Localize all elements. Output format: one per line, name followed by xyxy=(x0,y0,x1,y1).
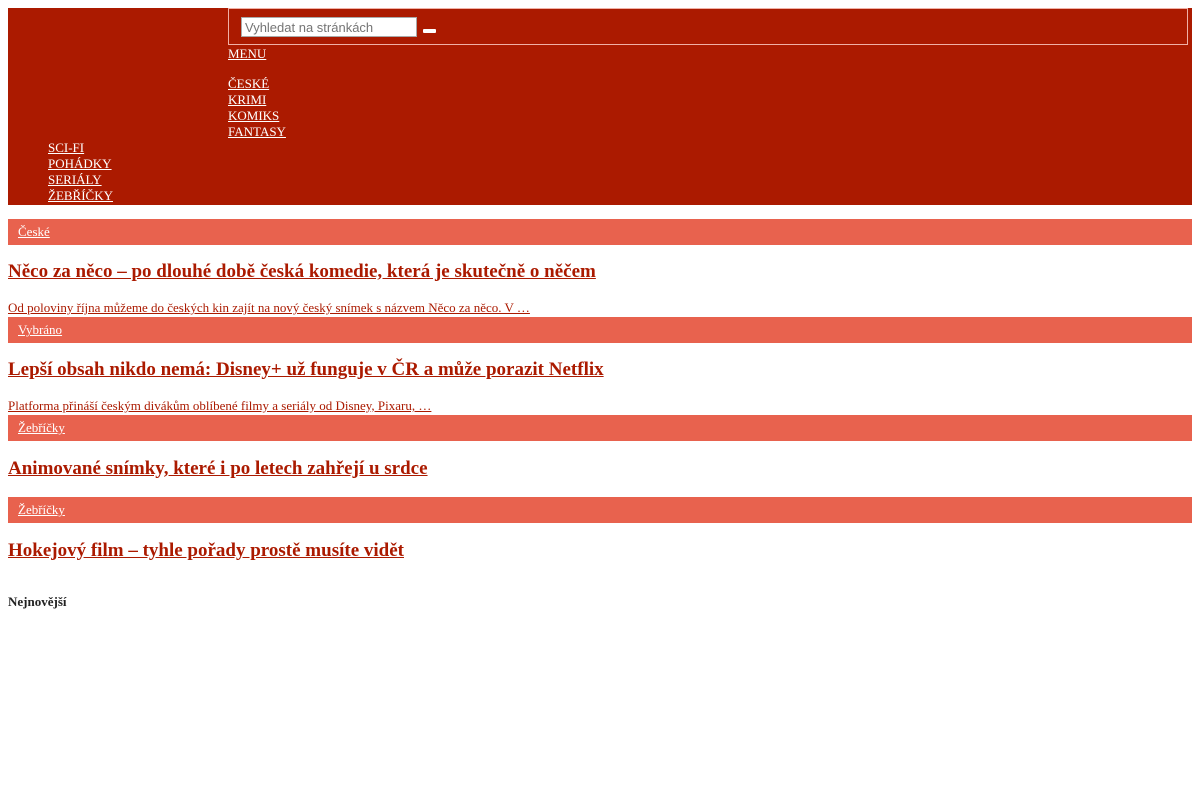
article-title-link[interactable]: Hokejový film – tyhle pořady prostě musí… xyxy=(8,540,404,561)
article-title: Něco za něco – po dlouhé době česká kome… xyxy=(8,260,596,284)
article-excerpt: Od poloviny října můžeme do českých kin … xyxy=(8,300,530,316)
article-title-link[interactable]: Něco za něco – po dlouhé době česká kome… xyxy=(8,261,596,282)
latest-heading: Nejnovější xyxy=(8,594,67,609)
nav-item-ceske[interactable]: ČESKÉ xyxy=(228,76,269,92)
site-header: MENU ČESKÉ KRIMI KOMIKS FANTASY SCI-FI P… xyxy=(8,8,1192,205)
nav-item-zebricky[interactable]: ŽEBŘÍČKY xyxy=(48,188,113,204)
article-title: Hokejový film – tyhle pořady prostě musí… xyxy=(8,539,404,563)
article-category-bar: Žebříčky xyxy=(8,415,1192,441)
article-title: Lepší obsah nikdo nemá: Disney+ už fungu… xyxy=(8,358,604,382)
search-button[interactable] xyxy=(423,29,436,33)
article-excerpt-link[interactable]: Platforma přináší českým divákům oblíben… xyxy=(8,398,431,413)
article-title-link[interactable]: Lepší obsah nikdo nemá: Disney+ už fungu… xyxy=(8,359,604,380)
category-link[interactable]: Žebříčky xyxy=(18,502,65,518)
nav-item-fantasy[interactable]: FANTASY xyxy=(228,124,286,140)
search-bar xyxy=(228,8,1188,45)
nav-item-sci-fi[interactable]: SCI-FI xyxy=(48,140,84,156)
search-input[interactable] xyxy=(241,17,417,37)
article-excerpt-link[interactable]: Od poloviny října můžeme do českých kin … xyxy=(8,300,530,315)
article-category-bar: Žebříčky xyxy=(8,497,1192,523)
category-link[interactable]: České xyxy=(18,224,50,240)
nav-item-komiks[interactable]: KOMIKS xyxy=(228,108,279,124)
category-link[interactable]: Žebříčky xyxy=(18,420,65,436)
article-excerpt: Platforma přináší českým divákům oblíben… xyxy=(8,398,431,414)
nav-item-pohadky[interactable]: POHÁDKY xyxy=(48,156,112,172)
article-title: Animované snímky, které i po letech zahř… xyxy=(8,457,428,481)
nav-item-krimi[interactable]: KRIMI xyxy=(228,92,266,108)
page: MENU ČESKÉ KRIMI KOMIKS FANTASY SCI-FI P… xyxy=(0,0,1200,800)
article-title-link[interactable]: Animované snímky, které i po letech zahř… xyxy=(8,458,428,479)
category-link[interactable]: Vybráno xyxy=(18,322,62,338)
article-category-bar: České xyxy=(8,219,1192,245)
nav-item-serialy[interactable]: SERIÁLY xyxy=(48,172,102,188)
article-category-bar: Vybráno xyxy=(8,317,1192,343)
menu-toggle[interactable]: MENU xyxy=(228,46,266,62)
